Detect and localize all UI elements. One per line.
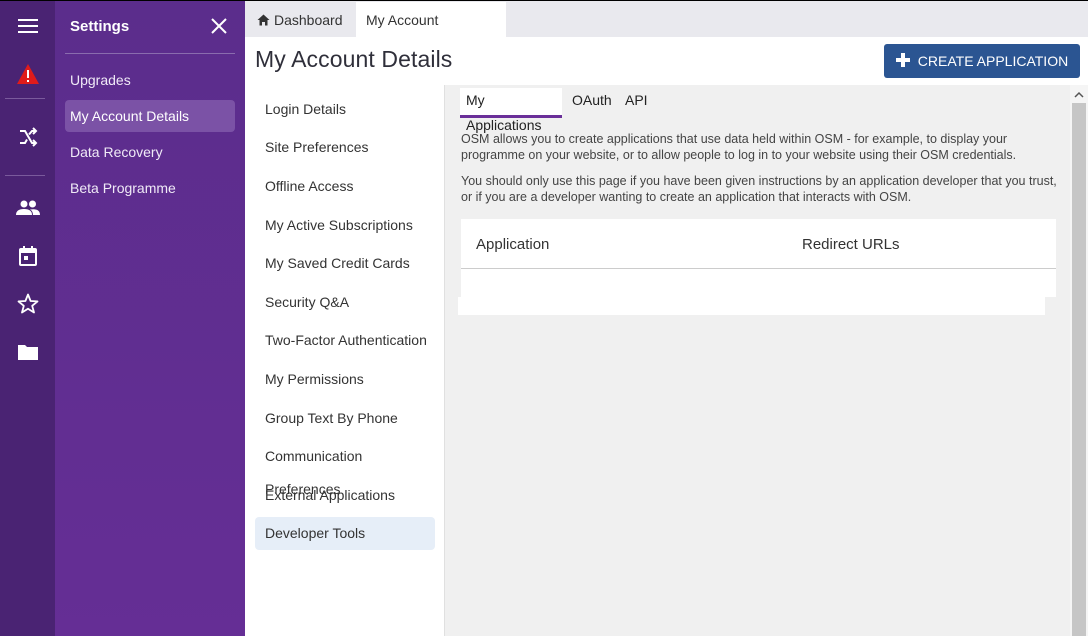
tab-my-account-details[interactable]: My Account Details× xyxy=(356,2,506,64)
submenu-item-login-details[interactable]: Login Details xyxy=(255,93,435,126)
settings-item-beta-programme[interactable]: Beta Programme xyxy=(65,172,235,204)
warning-paragraph: You should only use this page if you hav… xyxy=(461,174,1057,204)
settings-panel: Settings Upgrades My Account Details Dat… xyxy=(55,0,245,636)
submenu-item-group-text-by-phone[interactable]: Group Text By Phone xyxy=(255,402,435,435)
submenu-item-communication-preferences[interactable]: Communication Preferences xyxy=(255,440,435,497)
account-submenu: Login Details Site Preferences Offline A… xyxy=(245,85,445,636)
settings-title: Settings xyxy=(70,18,130,35)
submenu-item-my-permissions[interactable]: My Permissions xyxy=(255,363,435,396)
icon-rail xyxy=(0,0,55,636)
submenu-item-saved-credit-cards[interactable]: My Saved Credit Cards xyxy=(255,247,435,280)
column-redirect-urls: Redirect URLs xyxy=(802,236,900,253)
submenu-item-offline-access[interactable]: Offline Access xyxy=(255,170,435,203)
page-title: My Account Details xyxy=(255,46,453,72)
home-icon xyxy=(257,3,270,39)
scroll-up-icon[interactable] xyxy=(1070,85,1088,103)
submenu-item-developer-tools[interactable]: Developer Tools xyxy=(255,517,435,550)
calendar-icon[interactable] xyxy=(0,241,55,271)
applications-table: Application Redirect URLs xyxy=(461,219,1056,297)
settings-divider xyxy=(65,53,235,54)
submenu-item-security-qa[interactable]: Security Q&A xyxy=(255,286,435,319)
scrollbar-thumb[interactable] xyxy=(1072,103,1086,636)
table-header: Application Redirect URLs xyxy=(461,219,1056,269)
submenu-item-active-subscriptions[interactable]: My Active Subscriptions xyxy=(255,209,435,242)
tab-my-applications[interactable]: My Applications xyxy=(460,88,562,133)
page-header: My Account Details CREATE APPLICATION xyxy=(245,37,1088,85)
rail-divider xyxy=(5,175,45,176)
create-application-button[interactable]: CREATE APPLICATION xyxy=(884,44,1080,78)
table-footer xyxy=(458,297,1045,315)
intro-paragraph: OSM allows you to create applications th… xyxy=(461,132,1017,162)
warning-icon[interactable] xyxy=(0,59,55,89)
folder-icon[interactable] xyxy=(0,337,55,367)
submenu-item-two-factor-authentication[interactable]: Two-Factor Authentication xyxy=(255,324,435,357)
star-icon[interactable] xyxy=(0,289,55,319)
settings-item-my-account-details[interactable]: My Account Details xyxy=(65,100,235,132)
plus-icon xyxy=(895,51,910,71)
settings-item-upgrades[interactable]: Upgrades xyxy=(65,64,235,96)
tab-bar: Dashboard My Account Details× xyxy=(245,0,1088,64)
submenu-item-site-preferences[interactable]: Site Preferences xyxy=(255,131,435,164)
submenu-item-external-applications[interactable]: External Applications xyxy=(255,479,435,512)
rail-divider xyxy=(5,98,45,99)
shuffle-icon[interactable] xyxy=(0,122,55,152)
close-icon[interactable] xyxy=(208,15,230,37)
settings-item-data-recovery[interactable]: Data Recovery xyxy=(65,136,235,168)
tab-oauth[interactable]: OAuth xyxy=(566,88,618,118)
main-content: My Applications OAuth API OSM allows you… xyxy=(446,85,1070,636)
tab-dashboard[interactable]: Dashboard xyxy=(247,2,353,37)
tab-api[interactable]: API xyxy=(619,88,654,118)
menu-icon[interactable] xyxy=(0,11,55,41)
create-application-label: CREATE APPLICATION xyxy=(917,53,1069,69)
column-application: Application xyxy=(476,236,550,253)
tab-dashboard-label: Dashboard xyxy=(274,12,343,28)
people-icon[interactable] xyxy=(0,193,55,223)
scrollbar[interactable] xyxy=(1070,85,1088,636)
